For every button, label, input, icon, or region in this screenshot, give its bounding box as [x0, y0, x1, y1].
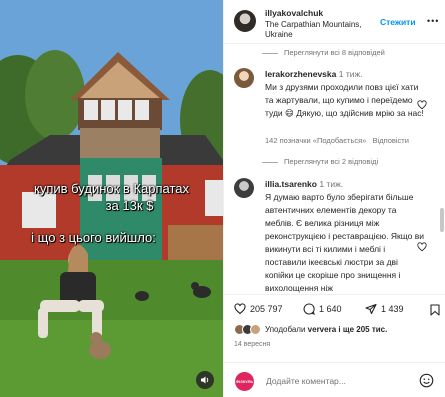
post-sidebar: illyakovalchuk The Carpathian Mountains,…	[223, 0, 445, 397]
bookmark-icon	[430, 304, 440, 316]
comment-bubble-icon	[303, 303, 315, 315]
likes-count: 205 797	[250, 304, 283, 314]
post-location[interactable]: The Carpathian Mountains, Ukraine	[265, 20, 375, 40]
author-username[interactable]: illyakovalchuk	[265, 8, 323, 18]
commenter-avatar[interactable]	[234, 178, 254, 198]
paper-plane-icon	[365, 303, 377, 315]
comment-time: 1 тиж.	[319, 179, 344, 189]
commenter-username[interactable]: illia.tsarenko	[265, 179, 317, 189]
heart-icon	[234, 303, 246, 315]
comment-time: 1 тиж.	[338, 69, 363, 79]
author-avatar[interactable]	[234, 10, 256, 32]
replies-divider	[262, 52, 278, 54]
shares-count: 1 439	[381, 304, 404, 314]
post-media[interactable]: купив будинок в Карпатах за 13к $ і що з…	[0, 0, 223, 397]
comment-meta: 142 позначки «Подобається» Відповісти	[265, 136, 409, 145]
video-caption-line-3: і що з цього вийшло:	[31, 230, 156, 245]
post-date[interactable]: 14 вересня	[234, 341, 270, 348]
comment-like-icon[interactable]	[417, 100, 427, 110]
video-caption-line-1: купив будинок в Карпатах	[33, 181, 189, 196]
liked-by-row[interactable]: Уподобали ververa і ще 205 тис.	[234, 322, 387, 336]
post-actions-bar: 205 797 1 640 1 439	[224, 294, 445, 322]
comment-input[interactable]	[266, 373, 416, 389]
liked-by-prefix: Уподобали	[265, 324, 306, 334]
liked-by-text: Уподобали ververa і ще 205 тис.	[265, 325, 387, 334]
video-caption-line-2: за 13к $	[105, 198, 154, 213]
liked-by-others[interactable]: і ще 205 тис.	[338, 325, 387, 334]
liked-by-user[interactable]: ververa	[308, 325, 336, 334]
commenter-avatar[interactable]	[234, 68, 254, 88]
view-replies-label: Переглянути всі 2 відповіді	[284, 157, 379, 166]
comment-content: Я думаю варто було зберігати більше авте…	[265, 192, 425, 293]
comment-button[interactable]: 1 640	[303, 303, 342, 315]
current-user-avatar: ФІЗКУЛЬ	[235, 372, 254, 391]
smiley-icon	[419, 373, 434, 388]
follow-button[interactable]: Стежити	[380, 17, 416, 27]
comment-text: lerakorzhenevska 1 тиж. Ми з друзями про…	[265, 68, 425, 120]
replies-divider	[262, 161, 278, 163]
like-button[interactable]: 205 797	[234, 303, 283, 315]
comments-list[interactable]: Переглянути всі 8 відповідей lerakorzhen…	[224, 44, 445, 294]
comment-content: Ми з друзями проходили повз цієї хати та…	[265, 82, 424, 118]
comments-count: 1 640	[319, 304, 342, 314]
comments-scrollbar[interactable]	[440, 208, 444, 232]
save-button[interactable]	[430, 303, 440, 321]
post-header: illyakovalchuk The Carpathian Mountains,…	[224, 0, 445, 44]
mute-button[interactable]	[196, 371, 214, 389]
comment-likes-count[interactable]: 142 позначки «Подобається»	[265, 136, 366, 145]
reply-button[interactable]: Відповісти	[373, 136, 409, 145]
share-button[interactable]: 1 439	[365, 303, 404, 315]
view-replies-button[interactable]: Переглянути всі 2 відповіді	[262, 157, 378, 166]
liker-avatar	[250, 323, 261, 335]
commenter-username[interactable]: lerakorzhenevska	[265, 69, 336, 79]
comment-like-icon[interactable]	[417, 242, 427, 252]
add-comment-bar: ФІЗКУЛЬ	[224, 362, 445, 397]
emoji-button[interactable]	[419, 373, 434, 393]
comment-text: illia.tsarenko 1 тиж. Я думаю варто було…	[265, 178, 425, 294]
view-replies-label: Переглянути всі 8 відповідей	[284, 48, 385, 57]
view-replies-button[interactable]: Переглянути всі 8 відповідей	[262, 48, 385, 57]
more-options-icon[interactable]: •••	[427, 16, 439, 26]
speaker-icon	[201, 376, 209, 384]
